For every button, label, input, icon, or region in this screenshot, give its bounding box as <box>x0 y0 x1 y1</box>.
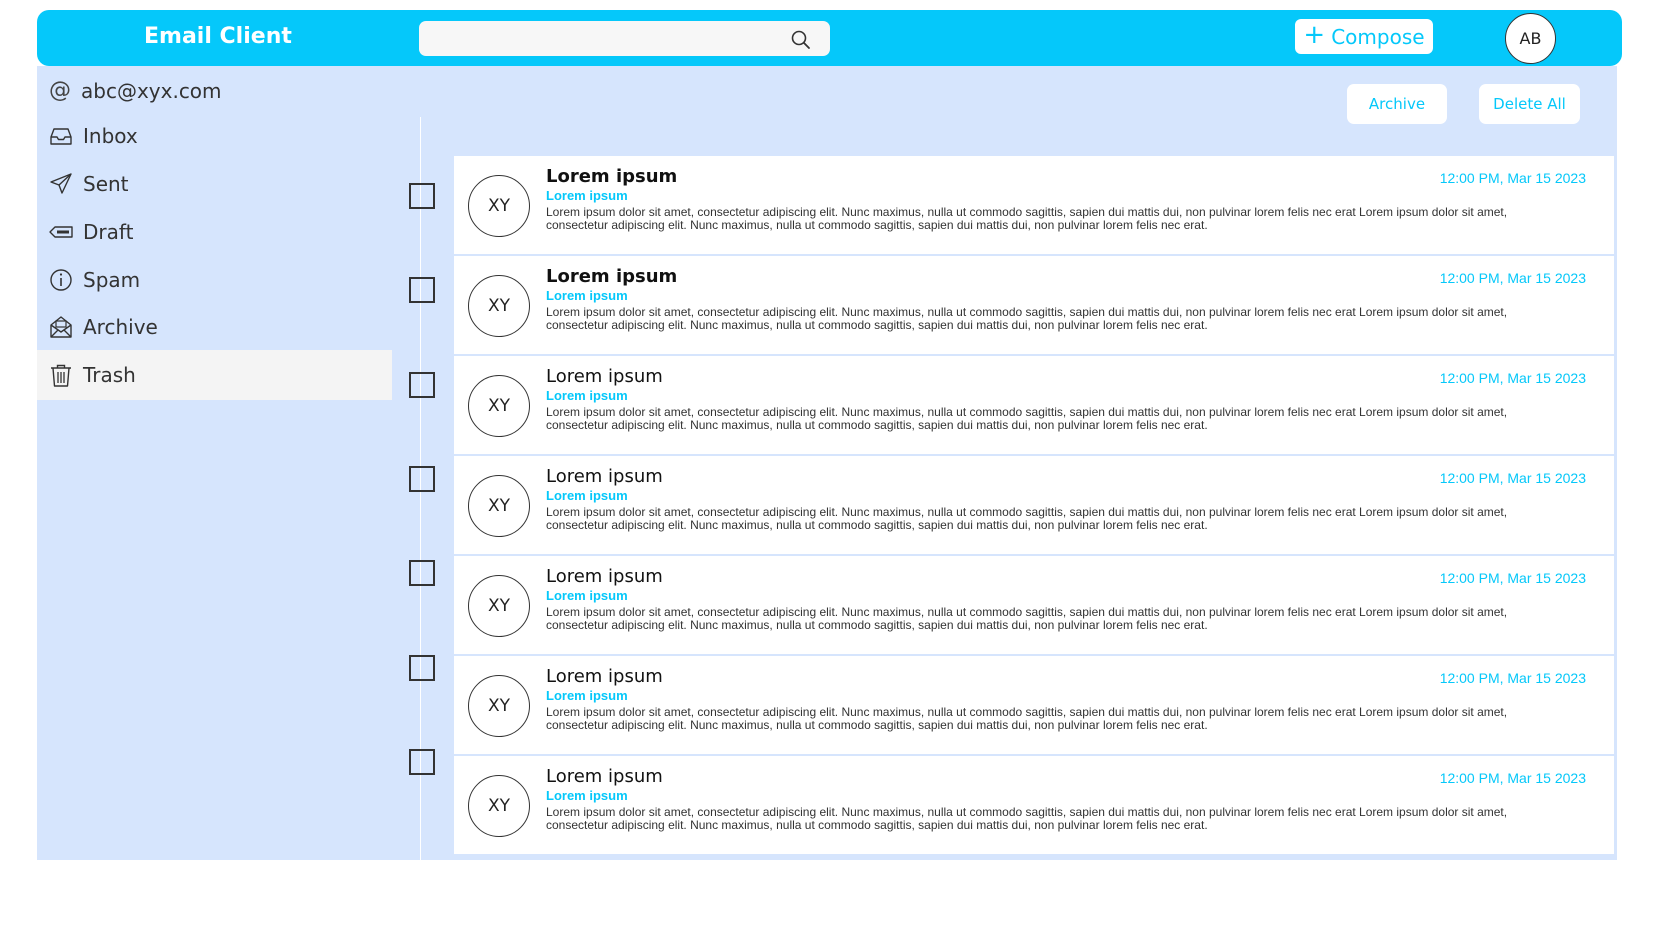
top-bar: Email Client + Compose AB <box>37 10 1622 66</box>
email-preview: Lorem ipsum dolor sit amet, consectetur … <box>546 705 1508 732</box>
trash-icon <box>51 364 71 387</box>
email-subject: Lorem ipsum <box>546 466 663 487</box>
email-list: XY Lorem ipsum Lorem ipsum Lorem ipsum d… <box>454 156 1614 856</box>
sender-avatar: XY <box>468 175 530 237</box>
email-row[interactable]: XY Lorem ipsum Lorem ipsum Lorem ipsum d… <box>454 756 1614 856</box>
app-title: Email Client <box>144 24 292 49</box>
account-email-label: abc@xyx.com <box>81 78 222 103</box>
sidebar-item-label: Trash <box>83 363 136 387</box>
email-time: 12:00 PM, Mar 15 2023 <box>1439 470 1586 486</box>
sidebar-item-label: Inbox <box>83 124 138 148</box>
email-sender: Lorem ipsum <box>546 388 628 403</box>
email-client-app: Email Client + Compose AB @ abc@xyx.com … <box>37 10 1622 860</box>
at-icon: @ <box>49 78 71 103</box>
send-icon <box>50 173 72 194</box>
email-row[interactable]: XY Lorem ipsum Lorem ipsum Lorem ipsum d… <box>454 456 1614 556</box>
sidebar-item-trash[interactable]: Trash <box>37 350 392 400</box>
sender-avatar: XY <box>468 675 530 737</box>
sidebar: @ abc@xyx.com Inbox Sent Draft Spam Arch… <box>37 66 392 860</box>
email-preview: Lorem ipsum dolor sit amet, consectetur … <box>546 505 1508 532</box>
account-email: @ abc@xyx.com <box>49 78 222 103</box>
sidebar-item-label: Archive <box>83 315 158 339</box>
archive-icon <box>50 316 72 338</box>
inbox-icon <box>50 128 72 145</box>
email-time: 12:00 PM, Mar 15 2023 <box>1439 370 1586 386</box>
email-row[interactable]: XY Lorem ipsum Lorem ipsum Lorem ipsum d… <box>454 156 1614 256</box>
email-preview: Lorem ipsum dolor sit amet, consectetur … <box>546 405 1508 432</box>
email-subject: Lorem ipsum <box>546 366 663 387</box>
main-panel: @ abc@xyx.com Inbox Sent Draft Spam Arch… <box>37 66 1617 860</box>
sidebar-item-inbox[interactable]: Inbox <box>37 111 392 161</box>
sender-avatar: XY <box>468 475 530 537</box>
compose-button[interactable]: + Compose <box>1295 19 1433 54</box>
email-checkbox[interactable] <box>409 466 435 492</box>
sidebar-item-sent[interactable]: Sent <box>37 159 392 209</box>
user-avatar[interactable]: AB <box>1505 13 1556 64</box>
sidebar-item-label: Draft <box>83 220 134 244</box>
sidebar-item-label: Sent <box>83 172 129 196</box>
email-subject: Lorem ipsum <box>546 166 678 187</box>
email-preview: Lorem ipsum dolor sit amet, consectetur … <box>546 205 1508 232</box>
email-time: 12:00 PM, Mar 15 2023 <box>1439 570 1586 586</box>
info-icon <box>50 269 72 291</box>
email-sender: Lorem ipsum <box>546 688 628 703</box>
email-subject: Lorem ipsum <box>546 666 663 687</box>
sender-avatar: XY <box>468 775 530 837</box>
email-preview: Lorem ipsum dolor sit amet, consectetur … <box>546 805 1508 832</box>
search-icon[interactable] <box>790 29 812 51</box>
email-sender: Lorem ipsum <box>546 488 628 503</box>
sender-avatar: XY <box>468 275 530 337</box>
email-sender: Lorem ipsum <box>546 288 628 303</box>
plus-icon: + <box>1303 20 1326 50</box>
email-checkbox[interactable] <box>409 560 435 586</box>
email-row[interactable]: XY Lorem ipsum Lorem ipsum Lorem ipsum d… <box>454 256 1614 356</box>
email-checkbox[interactable] <box>409 655 435 681</box>
email-sender: Lorem ipsum <box>546 788 628 803</box>
search-input[interactable] <box>419 21 830 56</box>
email-subject: Lorem ipsum <box>546 766 663 787</box>
email-checkbox[interactable] <box>409 749 435 775</box>
email-row[interactable]: XY Lorem ipsum Lorem ipsum Lorem ipsum d… <box>454 356 1614 456</box>
compose-label: Compose <box>1331 24 1425 49</box>
email-subject: Lorem ipsum <box>546 566 663 587</box>
sidebar-item-spam[interactable]: Spam <box>37 255 392 305</box>
archive-button[interactable]: Archive <box>1347 84 1447 124</box>
email-checkbox[interactable] <box>409 277 435 303</box>
email-subject: Lorem ipsum <box>546 266 678 287</box>
email-checkbox[interactable] <box>409 183 435 209</box>
email-checkbox[interactable] <box>409 372 435 398</box>
sidebar-item-draft[interactable]: Draft <box>37 207 392 257</box>
email-time: 12:00 PM, Mar 15 2023 <box>1439 770 1586 786</box>
email-row[interactable]: XY Lorem ipsum Lorem ipsum Lorem ipsum d… <box>454 656 1614 756</box>
email-row[interactable]: XY Lorem ipsum Lorem ipsum Lorem ipsum d… <box>454 556 1614 656</box>
sender-avatar: XY <box>468 375 530 437</box>
email-sender: Lorem ipsum <box>546 188 628 203</box>
sender-avatar: XY <box>468 575 530 637</box>
sidebar-item-label: Spam <box>83 268 141 292</box>
email-time: 12:00 PM, Mar 15 2023 <box>1439 270 1586 286</box>
email-sender: Lorem ipsum <box>546 588 628 603</box>
sidebar-item-archive[interactable]: Archive <box>37 302 392 352</box>
draft-icon <box>49 226 73 238</box>
email-time: 12:00 PM, Mar 15 2023 <box>1439 170 1586 186</box>
email-preview: Lorem ipsum dolor sit amet, consectetur … <box>546 305 1508 332</box>
delete-all-button[interactable]: Delete All <box>1479 84 1580 124</box>
email-time: 12:00 PM, Mar 15 2023 <box>1439 670 1586 686</box>
email-preview: Lorem ipsum dolor sit amet, consectetur … <box>546 605 1508 632</box>
